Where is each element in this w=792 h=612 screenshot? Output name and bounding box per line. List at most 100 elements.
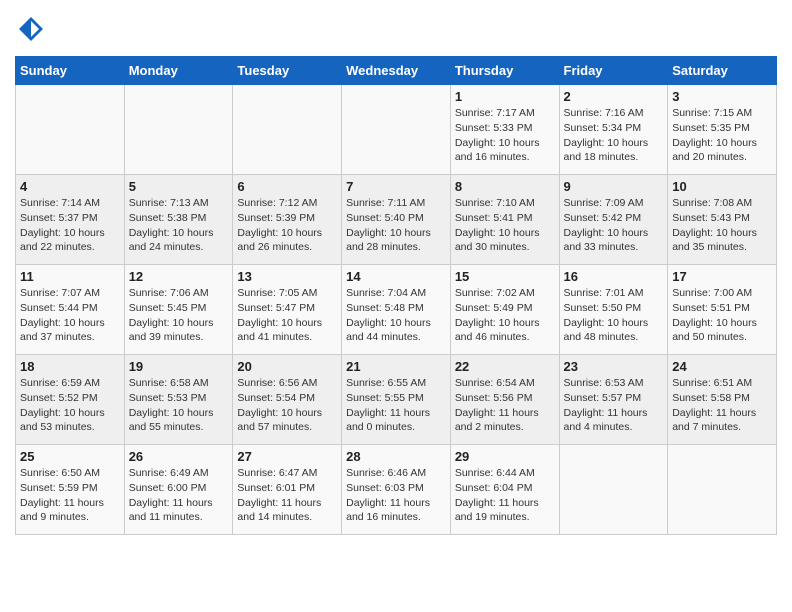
calendar-cell: 24 Sunrise: 6:51 AMSunset: 5:58 PMDayligh… <box>668 355 777 445</box>
col-header-tuesday: Tuesday <box>233 57 342 85</box>
calendar-cell <box>342 85 451 175</box>
col-header-sunday: Sunday <box>16 57 125 85</box>
cell-info: Sunrise: 7:10 AMSunset: 5:41 PMDaylight:… <box>455 196 555 255</box>
day-number: 18 <box>20 359 120 374</box>
calendar-cell: 15 Sunrise: 7:02 AMSunset: 5:49 PMDayligh… <box>450 265 559 355</box>
cell-info: Sunrise: 7:15 AMSunset: 5:35 PMDaylight:… <box>672 106 772 165</box>
day-number: 12 <box>129 269 229 284</box>
calendar-cell <box>16 85 125 175</box>
calendar-cell: 25 Sunrise: 6:50 AMSunset: 5:59 PMDayligh… <box>16 445 125 535</box>
calendar-cell: 26 Sunrise: 6:49 AMSunset: 6:00 PMDayligh… <box>124 445 233 535</box>
calendar-week-row: 18Sunrise: 6:59 AMSunset: 5:52 PMDayligh… <box>16 355 777 445</box>
calendar-header-row: SundayMondayTuesdayWednesdayThursdayFrid… <box>16 57 777 85</box>
day-number: 28 <box>346 449 446 464</box>
day-number: 14 <box>346 269 446 284</box>
day-number: 9 <box>564 179 664 194</box>
calendar-cell: 13 Sunrise: 7:05 AMSunset: 5:47 PMDayligh… <box>233 265 342 355</box>
day-number: 26 <box>129 449 229 464</box>
day-number: 25 <box>20 449 120 464</box>
calendar-cell <box>233 85 342 175</box>
page-header <box>15 10 777 48</box>
day-number: 24 <box>672 359 772 374</box>
calendar-cell <box>124 85 233 175</box>
cell-info: Sunrise: 7:02 AMSunset: 5:49 PMDaylight:… <box>455 286 555 345</box>
cell-info: Sunrise: 7:16 AMSunset: 5:34 PMDaylight:… <box>564 106 664 165</box>
calendar-cell: 23 Sunrise: 6:53 AMSunset: 5:57 PMDayligh… <box>559 355 668 445</box>
day-number: 5 <box>129 179 229 194</box>
calendar-cell: 20Sunrise: 6:56 AMSunset: 5:54 PMDayligh… <box>233 355 342 445</box>
calendar-cell: 11 Sunrise: 7:07 AMSunset: 5:44 PMDayligh… <box>16 265 125 355</box>
calendar-cell: 19Sunrise: 6:58 AMSunset: 5:53 PMDayligh… <box>124 355 233 445</box>
cell-info: Sunrise: 7:09 AMSunset: 5:42 PMDaylight:… <box>564 196 664 255</box>
day-number: 3 <box>672 89 772 104</box>
col-header-monday: Monday <box>124 57 233 85</box>
day-number: 22 <box>455 359 555 374</box>
calendar-week-row: 1 Sunrise: 7:17 AMSunset: 5:33 PMDaylight… <box>16 85 777 175</box>
calendar-cell: 2 Sunrise: 7:16 AMSunset: 5:34 PMDaylight… <box>559 85 668 175</box>
cell-info: Sunrise: 7:05 AMSunset: 5:47 PMDaylight:… <box>237 286 337 345</box>
calendar-week-row: 4 Sunrise: 7:14 AMSunset: 5:37 PMDaylight… <box>16 175 777 265</box>
cell-info: Sunrise: 7:00 AMSunset: 5:51 PMDaylight:… <box>672 286 772 345</box>
calendar-cell: 29 Sunrise: 6:44 AMSunset: 6:04 PMDayligh… <box>450 445 559 535</box>
col-header-friday: Friday <box>559 57 668 85</box>
cell-info: Sunrise: 7:07 AMSunset: 5:44 PMDaylight:… <box>20 286 120 345</box>
calendar-cell: 8 Sunrise: 7:10 AMSunset: 5:41 PMDaylight… <box>450 175 559 265</box>
day-number: 21 <box>346 359 446 374</box>
calendar-cell: 12 Sunrise: 7:06 AMSunset: 5:45 PMDayligh… <box>124 265 233 355</box>
cell-info: Sunrise: 7:12 AMSunset: 5:39 PMDaylight:… <box>237 196 337 255</box>
calendar-cell: 28 Sunrise: 6:46 AMSunset: 6:03 PMDayligh… <box>342 445 451 535</box>
calendar-table: SundayMondayTuesdayWednesdayThursdayFrid… <box>15 56 777 535</box>
calendar-cell <box>559 445 668 535</box>
calendar-cell: 1 Sunrise: 7:17 AMSunset: 5:33 PMDaylight… <box>450 85 559 175</box>
day-number: 27 <box>237 449 337 464</box>
calendar-cell: 27 Sunrise: 6:47 AMSunset: 6:01 PMDayligh… <box>233 445 342 535</box>
cell-info: Sunrise: 6:55 AMSunset: 5:55 PMDaylight:… <box>346 376 446 435</box>
cell-info: Sunrise: 7:13 AMSunset: 5:38 PMDaylight:… <box>129 196 229 255</box>
day-number: 11 <box>20 269 120 284</box>
calendar-cell: 16 Sunrise: 7:01 AMSunset: 5:50 PMDayligh… <box>559 265 668 355</box>
calendar-cell: 22 Sunrise: 6:54 AMSunset: 5:56 PMDayligh… <box>450 355 559 445</box>
calendar-cell: 9 Sunrise: 7:09 AMSunset: 5:42 PMDaylight… <box>559 175 668 265</box>
logo <box>15 15 45 48</box>
cell-info: Sunrise: 7:08 AMSunset: 5:43 PMDaylight:… <box>672 196 772 255</box>
day-number: 29 <box>455 449 555 464</box>
day-number: 4 <box>20 179 120 194</box>
cell-info: Sunrise: 6:46 AMSunset: 6:03 PMDaylight:… <box>346 466 446 525</box>
day-number: 16 <box>564 269 664 284</box>
day-number: 13 <box>237 269 337 284</box>
calendar-week-row: 11 Sunrise: 7:07 AMSunset: 5:44 PMDayligh… <box>16 265 777 355</box>
cell-info: Sunrise: 6:54 AMSunset: 5:56 PMDaylight:… <box>455 376 555 435</box>
day-number: 1 <box>455 89 555 104</box>
calendar-cell: 3 Sunrise: 7:15 AMSunset: 5:35 PMDaylight… <box>668 85 777 175</box>
day-number: 23 <box>564 359 664 374</box>
day-number: 17 <box>672 269 772 284</box>
cell-info: Sunrise: 7:11 AMSunset: 5:40 PMDaylight:… <box>346 196 446 255</box>
logo-icon <box>17 15 45 43</box>
calendar-cell: 17 Sunrise: 7:00 AMSunset: 5:51 PMDayligh… <box>668 265 777 355</box>
calendar-week-row: 25 Sunrise: 6:50 AMSunset: 5:59 PMDayligh… <box>16 445 777 535</box>
calendar-cell: 7Sunrise: 7:11 AMSunset: 5:40 PMDaylight… <box>342 175 451 265</box>
day-number: 10 <box>672 179 772 194</box>
cell-info: Sunrise: 7:06 AMSunset: 5:45 PMDaylight:… <box>129 286 229 345</box>
calendar-cell: 14Sunrise: 7:04 AMSunset: 5:48 PMDayligh… <box>342 265 451 355</box>
cell-info: Sunrise: 7:17 AMSunset: 5:33 PMDaylight:… <box>455 106 555 165</box>
cell-info: Sunrise: 6:51 AMSunset: 5:58 PMDaylight:… <box>672 376 772 435</box>
cell-info: Sunrise: 6:44 AMSunset: 6:04 PMDaylight:… <box>455 466 555 525</box>
day-number: 15 <box>455 269 555 284</box>
day-number: 6 <box>237 179 337 194</box>
cell-info: Sunrise: 6:50 AMSunset: 5:59 PMDaylight:… <box>20 466 120 525</box>
calendar-cell: 10 Sunrise: 7:08 AMSunset: 5:43 PMDayligh… <box>668 175 777 265</box>
cell-info: Sunrise: 7:01 AMSunset: 5:50 PMDaylight:… <box>564 286 664 345</box>
day-number: 2 <box>564 89 664 104</box>
day-number: 20 <box>237 359 337 374</box>
cell-info: Sunrise: 6:49 AMSunset: 6:00 PMDaylight:… <box>129 466 229 525</box>
cell-info: Sunrise: 6:47 AMSunset: 6:01 PMDaylight:… <box>237 466 337 525</box>
day-number: 8 <box>455 179 555 194</box>
col-header-saturday: Saturday <box>668 57 777 85</box>
calendar-cell: 5 Sunrise: 7:13 AMSunset: 5:38 PMDaylight… <box>124 175 233 265</box>
calendar-cell: 21 Sunrise: 6:55 AMSunset: 5:55 PMDayligh… <box>342 355 451 445</box>
cell-info: Sunrise: 6:53 AMSunset: 5:57 PMDaylight:… <box>564 376 664 435</box>
col-header-wednesday: Wednesday <box>342 57 451 85</box>
day-number: 19 <box>129 359 229 374</box>
cell-info: Sunrise: 7:14 AMSunset: 5:37 PMDaylight:… <box>20 196 120 255</box>
